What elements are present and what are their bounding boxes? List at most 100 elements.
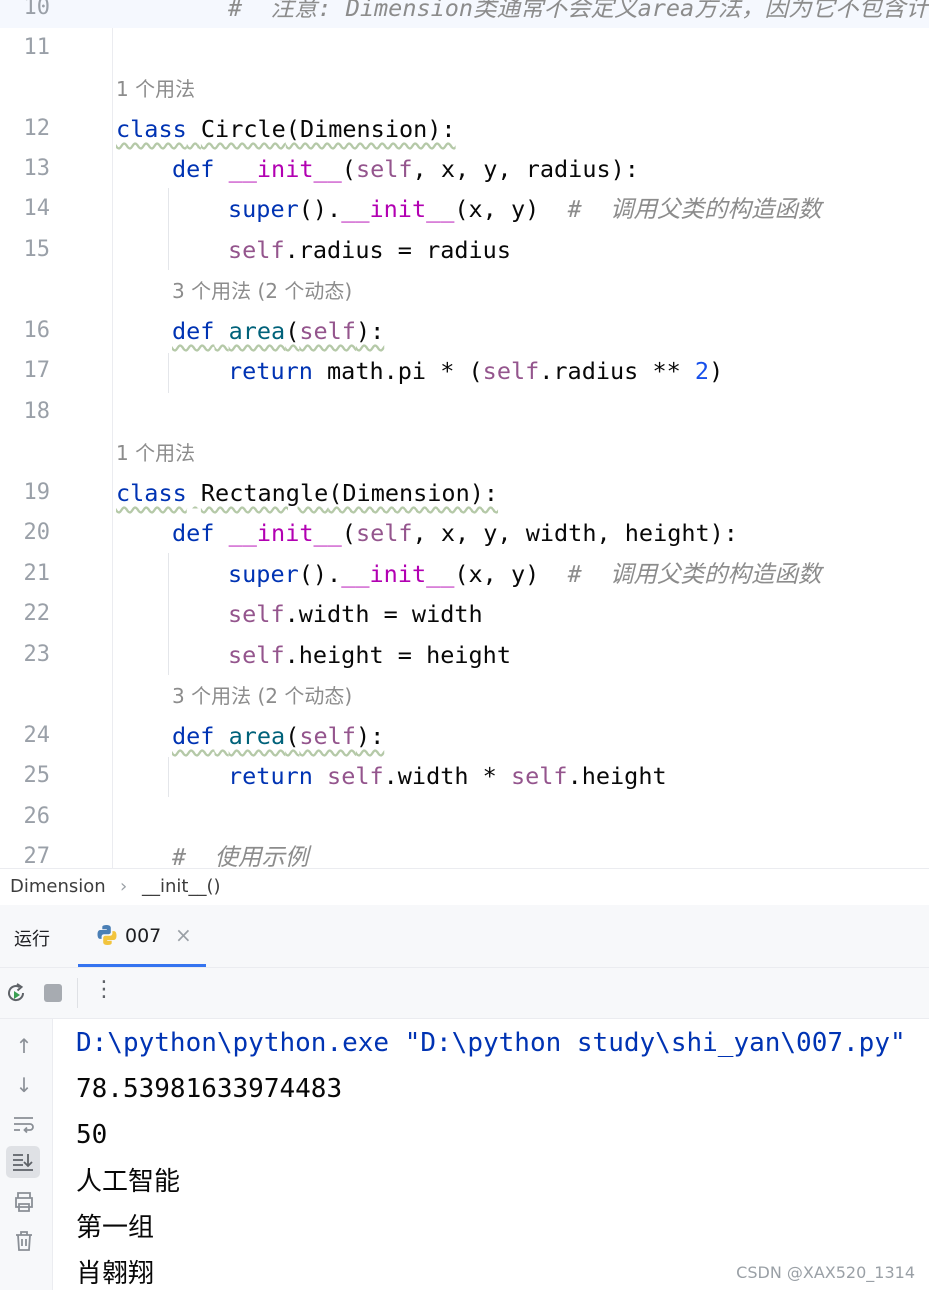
code-line[interactable]: 17 return math.pi * (self.radius ** 2) — [0, 351, 929, 391]
self-keyword: self — [482, 357, 540, 385]
self-keyword: self — [228, 236, 285, 264]
function-name: area — [228, 722, 286, 750]
method-declaration: def area(self): — [172, 716, 384, 756]
self-keyword: self — [355, 155, 413, 183]
code-line[interactable]: 22 self.width = width — [0, 594, 929, 634]
function-name: __init__ — [228, 519, 342, 547]
arrow-up-icon[interactable]: ↑ — [11, 1033, 37, 1059]
keyword: class — [116, 115, 187, 143]
dunder-name: __init__ — [341, 195, 455, 223]
code-line[interactable]: 25 return self.width * self.height — [0, 756, 929, 796]
code-text: , x, y, radius): — [412, 155, 639, 183]
line-number: 26 — [23, 804, 51, 829]
code-line[interactable]: 23 self.height = height — [0, 635, 929, 675]
keyword: def — [172, 155, 215, 183]
self-keyword: self — [355, 519, 413, 547]
watermark: CSDN @XAX520_1314 — [736, 1263, 915, 1282]
line-number: 27 — [23, 844, 51, 868]
usage-hint[interactable]: 1 个用法 — [0, 69, 929, 109]
method-declaration: def area(self): — [172, 311, 384, 351]
tab-label: 007 — [125, 925, 162, 947]
code-comment: # 调用父类的构造函数 — [567, 195, 822, 223]
usage-hint-text[interactable]: 1 个用法 — [116, 69, 195, 109]
code-line[interactable]: 16 def area(self): — [0, 311, 929, 351]
code-editor[interactable]: 10 # 注意: Dimension类通常不会定义area方法，因为它不包含计算… — [0, 0, 929, 868]
code-line[interactable]: 13 def __init__(self, x, y, radius): — [0, 149, 929, 189]
line-number: 23 — [23, 642, 51, 667]
method-declaration: def __init__(self, x, y, radius): — [172, 149, 639, 189]
builtin: super — [228, 195, 299, 223]
method-declaration: def __init__(self, x, y, width, height): — [172, 513, 738, 553]
keyword: return — [228, 762, 313, 790]
code-line[interactable]: 11 — [0, 28, 929, 68]
code-line[interactable]: 10 # 注意: Dimension类通常不会定义area方法，因为它不包含计算 — [0, 0, 929, 28]
line-number: 20 — [23, 520, 51, 545]
code-line[interactable]: 27 # 使用示例 — [0, 837, 929, 868]
run-tool-window-header: 运行 007 × — [0, 905, 929, 968]
console-line: 肖翱翔 — [76, 1259, 155, 1289]
line-number: 15 — [23, 237, 51, 262]
active-tab-indicator — [78, 964, 206, 967]
line-number: 22 — [23, 601, 51, 626]
keyword: def — [172, 519, 215, 547]
usage-hint[interactable]: 3 个用法 (2 个动态) — [0, 676, 929, 716]
code-line[interactable]: 24 def area(self): — [0, 716, 929, 756]
code-line[interactable]: 20 def __init__(self, x, y, width, heigh… — [0, 513, 929, 553]
code-line[interactable]: 26 — [0, 797, 929, 837]
code-text: .radius = radius — [284, 236, 511, 264]
toolbar-divider — [77, 978, 78, 1008]
code-line[interactable]: 18 — [0, 392, 929, 432]
trash-icon[interactable] — [11, 1228, 37, 1254]
dunder-name: __init__ — [341, 560, 455, 588]
stop-icon[interactable] — [44, 984, 62, 1002]
code-statement: super().__init__(x, y) # 调用父类的构造函数 — [228, 554, 822, 594]
console-output[interactable]: D:\python\python.exe "D:\python study\sh… — [53, 1019, 929, 1290]
code-line[interactable]: 21 super().__init__(x, y) # 调用父类的构造函数 — [0, 554, 929, 594]
keyword: return — [228, 357, 313, 385]
class-name: Rectangle — [200, 479, 329, 507]
close-icon[interactable]: × — [175, 923, 192, 947]
usage-hint-text[interactable]: 3 个用法 (2 个动态) — [172, 676, 352, 716]
code-line[interactable]: 12 class Circle(Dimension): — [0, 109, 929, 149]
breadcrumb: Dimension › __init__() — [0, 868, 929, 906]
line-number: 24 — [23, 723, 51, 748]
line-number: 13 — [23, 156, 51, 181]
breadcrumb-item-dimension[interactable]: Dimension — [10, 876, 106, 897]
arrow-down-icon[interactable]: ↓ — [11, 1072, 37, 1098]
code-line[interactable]: 19 class Rectangle(Dimension): — [0, 473, 929, 513]
more-options-icon[interactable]: ⋮ — [93, 977, 115, 1002]
usage-hint-text[interactable]: 1 个用法 — [116, 433, 195, 473]
code-statement: self.height = height — [228, 635, 511, 675]
soft-wrap-icon[interactable] — [11, 1112, 37, 1138]
code-text: , x, y, width, height): — [412, 519, 738, 547]
usage-hint[interactable]: 3 个用法 (2 个动态) — [0, 271, 929, 311]
line-number: 10 — [23, 0, 51, 20]
code-text: (). — [298, 560, 342, 588]
code-text: .height = height — [284, 641, 511, 669]
usage-hint-text[interactable]: 3 个用法 (2 个动态) — [172, 271, 352, 311]
breadcrumb-separator: › — [120, 876, 128, 897]
tab-007[interactable]: 007 × — [78, 905, 206, 967]
line-number: 18 — [23, 399, 51, 424]
code-text: (). — [298, 195, 342, 223]
self-keyword: self — [327, 762, 384, 790]
rerun-icon[interactable] — [4, 981, 28, 1005]
code-statement: return self.width * self.height — [228, 756, 667, 796]
console-command-line[interactable]: D:\python\python.exe "D:\python study\sh… — [76, 1026, 906, 1060]
console-line: 人工智能 — [76, 1167, 181, 1197]
print-icon[interactable] — [11, 1189, 37, 1215]
code-text: (x, y) — [454, 560, 540, 588]
usage-hint[interactable]: 1 个用法 — [0, 433, 929, 473]
code-text: .height — [567, 762, 667, 790]
code-text: .radius ** — [539, 357, 695, 385]
run-toolbar: ⋮ — [0, 968, 929, 1019]
console-line: 第一组 — [76, 1213, 155, 1243]
code-line[interactable]: 14 super().__init__(x, y) # 调用父类的构造函数 — [0, 189, 929, 229]
code-text: (x, y) — [454, 195, 540, 223]
code-text: .width = width — [284, 600, 483, 628]
breadcrumb-item-init[interactable]: __init__() — [142, 876, 221, 897]
code-line[interactable]: 15 self.radius = radius — [0, 230, 929, 270]
line-number: 19 — [23, 480, 51, 505]
scroll-to-end-button[interactable] — [6, 1146, 40, 1178]
